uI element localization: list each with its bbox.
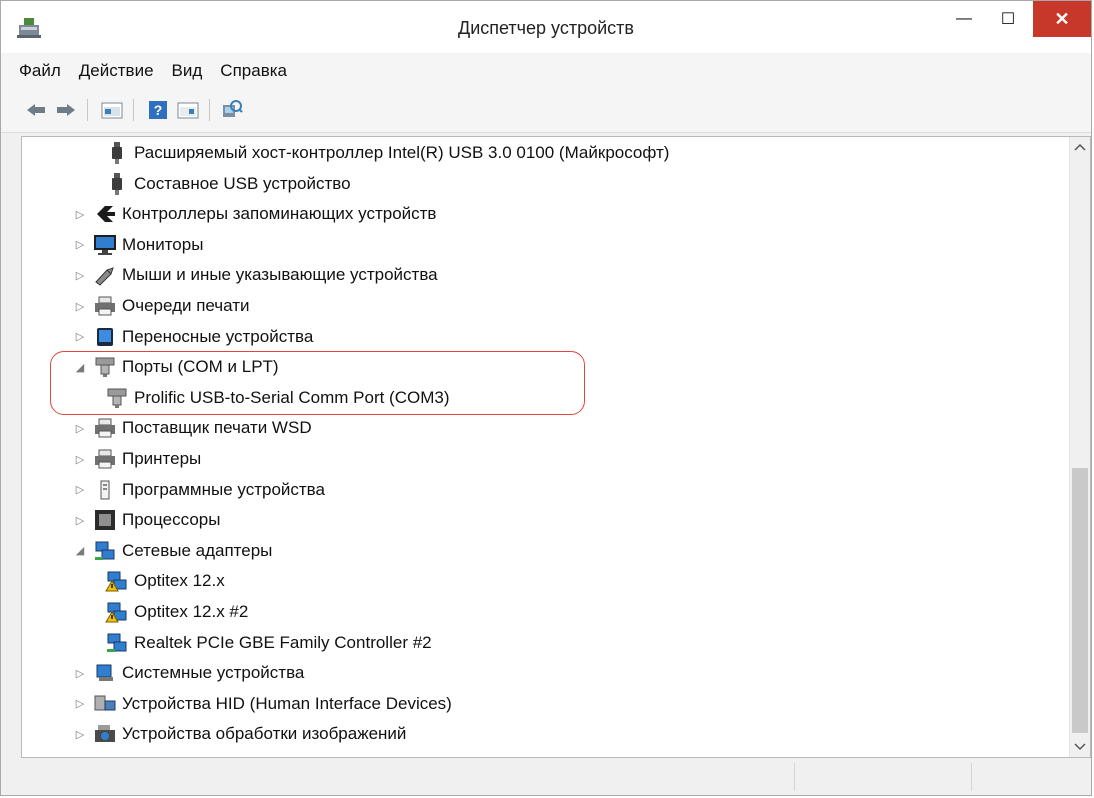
title-bar[interactable]: Диспетчер устройств — ☐ ✕ bbox=[1, 1, 1091, 53]
tree-item-label: Принтеры bbox=[122, 449, 202, 468]
minimize-button[interactable]: — bbox=[945, 1, 983, 37]
tree-category-item[interactable]: ▷ Переносные устройства bbox=[72, 323, 313, 351]
expand-arrow-icon[interactable]: ▷ bbox=[72, 323, 88, 351]
tree-category-item[interactable]: ▷ Системные устройства bbox=[72, 659, 305, 687]
scrollbar-thumb[interactable] bbox=[1072, 468, 1088, 733]
tree-device-item[interactable]: Realtek PCIe GBE Family Controller #2 bbox=[104, 629, 432, 657]
vertical-scrollbar[interactable] bbox=[1069, 137, 1090, 757]
tree-item-label: Мониторы bbox=[122, 234, 204, 254]
close-button[interactable]: ✕ bbox=[1033, 1, 1091, 37]
maximize-button[interactable]: ☐ bbox=[989, 1, 1027, 37]
network-adapter-icon bbox=[92, 538, 118, 564]
network-adapter-warning-icon bbox=[104, 599, 130, 625]
software-device-icon bbox=[92, 477, 118, 503]
tree-item-label: Составное USB устройство bbox=[134, 173, 351, 193]
tree-category-item[interactable]: ▷ Поставщик печати WSD bbox=[72, 414, 312, 442]
toolbar-separator bbox=[87, 99, 88, 121]
scroll-down-icon[interactable] bbox=[1070, 737, 1090, 757]
back-arrow-icon[interactable] bbox=[23, 97, 49, 123]
expand-arrow-icon[interactable]: ▷ bbox=[72, 506, 88, 534]
tree-device-item[interactable]: Optitex 12.x bbox=[104, 567, 225, 595]
menu-bar: Файл Действие Вид Справка bbox=[1, 53, 1091, 89]
expand-arrow-icon[interactable]: ▷ bbox=[72, 231, 88, 259]
tree-category-item[interactable]: ◢ Сетевые адаптеры bbox=[72, 537, 272, 565]
tree-item-label: Программные устройства bbox=[122, 479, 325, 499]
status-divider bbox=[971, 763, 972, 791]
system-device-icon bbox=[92, 660, 118, 686]
view-icon[interactable] bbox=[175, 97, 201, 123]
imaging-device-icon bbox=[92, 721, 118, 747]
tree-device-item[interactable]: Optitex 12.x #2 bbox=[104, 598, 248, 626]
tree-item-label: Переносные устройства bbox=[122, 326, 314, 346]
tree-item-label: Поставщик печати WSD bbox=[122, 418, 312, 438]
tree-category-item[interactable]: ▷ Устройства HID (Human Interface Devices… bbox=[72, 690, 452, 718]
printer-icon bbox=[92, 293, 118, 319]
tree-item-label: Optitex 12.x bbox=[134, 571, 225, 591]
tree-device-item[interactable]: Составное USB устройство bbox=[104, 170, 351, 198]
usb-plug-icon bbox=[104, 171, 130, 197]
expand-arrow-icon[interactable]: ▷ bbox=[72, 445, 88, 473]
tree-item-label: Realtek PCIe GBE Family Controller #2 bbox=[134, 632, 432, 652]
tree-item-label: Сетевые адаптеры bbox=[122, 540, 273, 560]
tree-item-label: Устройства HID (Human Interface Devices) bbox=[122, 693, 452, 713]
tree-category-item[interactable]: ▷ Процессоры bbox=[72, 506, 220, 534]
tree-category-item[interactable]: ▷ Контроллеры запоминающих устройств bbox=[72, 200, 437, 228]
printer-icon bbox=[92, 415, 118, 441]
device-manager-window: Диспетчер устройств — ☐ ✕ Файл Действие … bbox=[0, 0, 1092, 796]
toolbar-separator bbox=[209, 99, 210, 121]
printer-icon bbox=[92, 446, 118, 472]
tree-item-label: Мыши и иные указывающие устройства bbox=[122, 265, 438, 285]
storage-controller-icon bbox=[92, 201, 118, 227]
expand-arrow-icon[interactable]: ▷ bbox=[72, 261, 88, 289]
tree-device-item[interactable]: Расширяемый хост-контроллер Intel(R) USB… bbox=[104, 139, 669, 167]
toolbar-separator bbox=[133, 99, 134, 121]
device-tree-panel: Расширяемый хост-контроллер Intel(R) USB… bbox=[21, 136, 1091, 758]
portable-device-icon bbox=[92, 324, 118, 350]
expand-arrow-icon[interactable]: ▷ bbox=[72, 720, 88, 748]
mouse-icon bbox=[92, 262, 118, 288]
tree-item-label: Процессоры bbox=[122, 510, 221, 530]
tree-category-item[interactable]: ▷ Мыши и иные указывающие устройства bbox=[72, 261, 438, 289]
monitor-icon bbox=[92, 232, 118, 258]
expand-arrow-icon[interactable]: ▷ bbox=[72, 659, 88, 687]
tree-item-label: Системные устройства bbox=[122, 663, 305, 683]
collapse-arrow-icon[interactable]: ◢ bbox=[72, 537, 88, 565]
usb-plug-icon bbox=[104, 140, 130, 166]
tree-category-item[interactable]: ▷ Очереди печати bbox=[72, 292, 250, 320]
tree-category-item[interactable]: ▷ Устройства обработки изображений bbox=[72, 720, 407, 748]
network-adapter-icon bbox=[104, 630, 130, 656]
tree-item-label: Устройства обработки изображений bbox=[122, 724, 407, 744]
help-icon[interactable]: ? bbox=[145, 97, 171, 123]
tree-category-item[interactable]: ▷ Принтеры bbox=[72, 445, 201, 473]
toolbar: ? bbox=[1, 89, 1091, 133]
expand-arrow-icon[interactable]: ▷ bbox=[72, 292, 88, 320]
menu-help[interactable]: Справка bbox=[220, 61, 287, 81]
forward-arrow-icon[interactable] bbox=[53, 97, 79, 123]
properties-icon[interactable] bbox=[99, 97, 125, 123]
tree-category-item[interactable]: ▷ Мониторы bbox=[72, 231, 203, 259]
expand-arrow-icon[interactable]: ▷ bbox=[72, 476, 88, 504]
network-adapter-warning-icon bbox=[104, 568, 130, 594]
scan-hardware-icon[interactable] bbox=[219, 97, 245, 123]
highlight-frame bbox=[50, 351, 585, 415]
status-bar bbox=[21, 759, 1091, 795]
scroll-up-icon[interactable] bbox=[1070, 137, 1090, 157]
window-title: Диспетчер устройств bbox=[458, 18, 634, 38]
tree-item-label: Очереди печати bbox=[122, 296, 250, 315]
expand-arrow-icon[interactable]: ▷ bbox=[72, 414, 88, 442]
svg-text:?: ? bbox=[154, 102, 163, 118]
tree-item-label: Контроллеры запоминающих устройств bbox=[122, 204, 437, 224]
menu-file[interactable]: Файл bbox=[19, 61, 61, 81]
processor-icon bbox=[92, 507, 118, 533]
tree-item-label: Расширяемый хост-контроллер Intel(R) USB… bbox=[134, 143, 670, 162]
expand-arrow-icon[interactable]: ▷ bbox=[72, 690, 88, 718]
tree-category-item[interactable]: ▷ Программные устройства bbox=[72, 476, 325, 504]
hid-icon bbox=[92, 691, 118, 717]
expand-arrow-icon[interactable]: ▷ bbox=[72, 200, 88, 228]
status-divider bbox=[794, 763, 795, 791]
tree-item-label: Optitex 12.x #2 bbox=[134, 602, 249, 621]
menu-action[interactable]: Действие bbox=[79, 61, 154, 81]
menu-view[interactable]: Вид bbox=[172, 61, 203, 81]
